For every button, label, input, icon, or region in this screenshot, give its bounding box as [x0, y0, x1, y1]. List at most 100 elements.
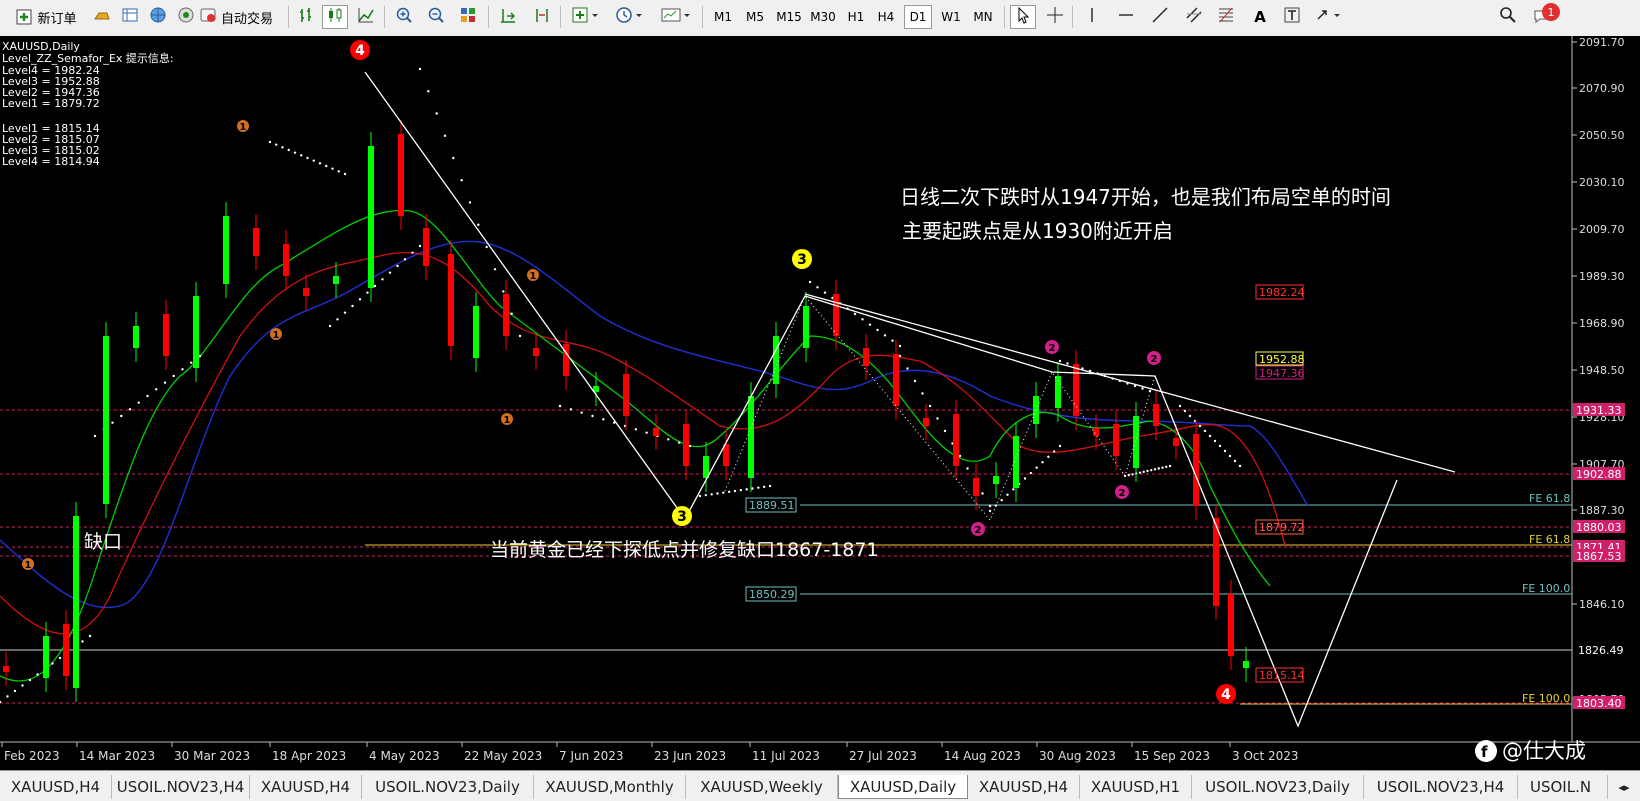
timeframe-mn[interactable]: MN [968, 5, 998, 29]
candle-body[interactable] [773, 336, 779, 384]
candle-body[interactable] [703, 456, 709, 478]
candle-body[interactable] [368, 146, 374, 288]
candle-body[interactable] [653, 428, 659, 436]
tab-xauusd-h4-2[interactable]: XAUUSD,H4 [250, 775, 362, 799]
arrows-dropdown[interactable] [1312, 5, 1346, 29]
timeframe-m1[interactable]: M1 [708, 5, 738, 29]
timeframe-h4[interactable]: H4 [872, 5, 900, 29]
candle-body[interactable] [1133, 416, 1139, 468]
timeframe-w1[interactable]: W1 [936, 5, 966, 29]
crosshair-tool[interactable] [1042, 5, 1068, 29]
candle-body[interactable] [1113, 424, 1119, 456]
annotation-line-2[interactable]: 主要起跌点是从1930附近开启 [902, 219, 1173, 243]
periods-dropdown[interactable] [612, 5, 648, 29]
timeframe-d1[interactable]: D1 [904, 5, 932, 29]
price-chart[interactable]: 4 3 3 2 2 2 2 4 1 1 1 1 1 XAUUSD,Daily Level_ZZ_Sema… [0, 36, 1640, 770]
candle-body[interactable] [503, 294, 509, 336]
tab-xauusd-daily[interactable]: XAUUSD,Daily [838, 775, 968, 799]
search-button[interactable] [1496, 5, 1520, 29]
bar-chart-button[interactable] [294, 5, 318, 29]
line-chart-button[interactable] [354, 5, 378, 29]
gap-label[interactable]: 缺口 [84, 531, 122, 553]
tab-usoil-h4[interactable]: USOIL.NOV23,H4 [112, 775, 250, 799]
candle-body[interactable] [423, 228, 429, 266]
tab-xauusd-monthly[interactable]: XAUUSD,Monthly [534, 775, 686, 799]
gap-fill-note[interactable]: 当前黄金已经下探低点并修复缺口1867-1871 [490, 539, 879, 561]
timeframe-m5[interactable]: M5 [740, 5, 770, 29]
candle-body[interactable] [133, 326, 139, 348]
horizontal-line-tool[interactable] [1114, 5, 1138, 29]
auto-scroll-button[interactable] [496, 5, 520, 29]
tab-usoil-partial[interactable]: USOIL.N [1518, 775, 1608, 799]
candle-body[interactable] [398, 134, 404, 216]
candle-body[interactable] [683, 424, 689, 466]
candle-body[interactable] [283, 244, 289, 276]
candle-body[interactable] [1093, 428, 1099, 436]
new-order-button[interactable]: 新订单 [6, 5, 86, 29]
candle-body[interactable] [833, 294, 839, 336]
candle-body[interactable] [223, 216, 229, 284]
equidistant-channel-tool[interactable] [1182, 5, 1206, 29]
tab-xauusd-h4-3[interactable]: XAUUSD,H4 [968, 775, 1080, 799]
candle-body[interactable] [533, 348, 539, 356]
candle-body[interactable] [863, 348, 869, 366]
zoom-in-button[interactable] [392, 5, 416, 29]
tab-xauusd-h1[interactable]: XAUUSD,H1 [1080, 775, 1192, 799]
candlestick-chart-button[interactable] [322, 5, 348, 29]
candle-body[interactable] [923, 418, 929, 426]
templates-dropdown[interactable] [656, 5, 696, 29]
tab-scroll-arrows[interactable]: ◂▸ [1608, 775, 1640, 799]
tab-usoil-h4-2[interactable]: USOIL.NOV23,H4 [1364, 775, 1518, 799]
timeframe-m15[interactable]: M15 [772, 5, 806, 29]
candle-body[interactable] [748, 396, 754, 478]
timeframe-m30[interactable]: M30 [806, 5, 840, 29]
cursor-tool[interactable] [1010, 5, 1036, 29]
candle-body[interactable] [448, 254, 454, 346]
annotation-line-1[interactable]: 日线二次下跌时从1947开始，也是我们布局空单的时间 [900, 185, 1391, 209]
fibonacci-tool[interactable] [1214, 5, 1238, 29]
candle-body[interactable] [63, 624, 69, 676]
candle-body[interactable] [163, 314, 169, 356]
auto-trading-button[interactable]: 自动交易 [188, 5, 284, 29]
tab-usoil-daily[interactable]: USOIL.NOV23,Daily [362, 775, 534, 799]
candle-body[interactable] [43, 636, 49, 678]
candle-body[interactable] [803, 306, 809, 348]
chart-shift-button[interactable] [530, 5, 554, 29]
candle-body[interactable] [1153, 404, 1159, 426]
tab-xauusd-h4[interactable]: XAUUSD,H4 [0, 775, 112, 799]
candle-body[interactable] [103, 336, 109, 504]
data-window-button[interactable] [118, 5, 142, 29]
notifications-button[interactable]: 1 [1530, 3, 1560, 29]
price-axis[interactable]: 2091.70 2070.90 2050.50 2030.10 2009.70 1989.… [1572, 36, 1625, 706]
candle-body[interactable] [253, 228, 259, 256]
candle-body[interactable] [473, 306, 479, 358]
timeframe-h1[interactable]: H1 [842, 5, 870, 29]
candle-body[interactable] [973, 478, 979, 496]
candle-body[interactable] [993, 476, 999, 484]
candle-body[interactable] [333, 276, 339, 284]
zoom-out-button[interactable] [424, 5, 448, 29]
tab-usoil-daily-2[interactable]: USOIL.NOV23,Daily [1192, 775, 1364, 799]
candle-body[interactable] [1228, 594, 1234, 656]
candle-body[interactable] [1173, 438, 1179, 446]
candle-body[interactable] [1073, 364, 1079, 416]
tab-xauusd-weekly[interactable]: XAUUSD,Weekly [686, 775, 838, 799]
candle-body[interactable] [953, 414, 959, 466]
text-label-tool[interactable] [1280, 5, 1304, 29]
indicators-dropdown[interactable] [568, 5, 604, 29]
chart-canvas[interactable]: 4 3 3 2 2 2 2 4 1 1 1 1 1 XAUUSD,Daily Level_ZZ_Sema… [0, 36, 1640, 770]
time-axis[interactable]: Feb 2023 14 Mar 2023 30 Mar 2023 18 Apr 202… [1, 742, 1299, 763]
zigzag-line[interactable] [364, 71, 1398, 728]
candle-body[interactable] [893, 354, 899, 406]
text-tool[interactable]: A [1248, 5, 1272, 29]
tile-windows-button[interactable] [456, 5, 480, 29]
descending-trendline[interactable] [804, 293, 1456, 473]
candle-body[interactable] [3, 666, 9, 672]
candle-body[interactable] [193, 296, 199, 368]
trendline-tool[interactable] [1148, 5, 1172, 29]
candle-body[interactable] [303, 288, 309, 296]
candle-body[interactable] [623, 374, 629, 416]
gold-bar-button[interactable] [90, 5, 114, 29]
candle-body[interactable] [73, 516, 79, 688]
candle-body[interactable] [1243, 661, 1249, 668]
